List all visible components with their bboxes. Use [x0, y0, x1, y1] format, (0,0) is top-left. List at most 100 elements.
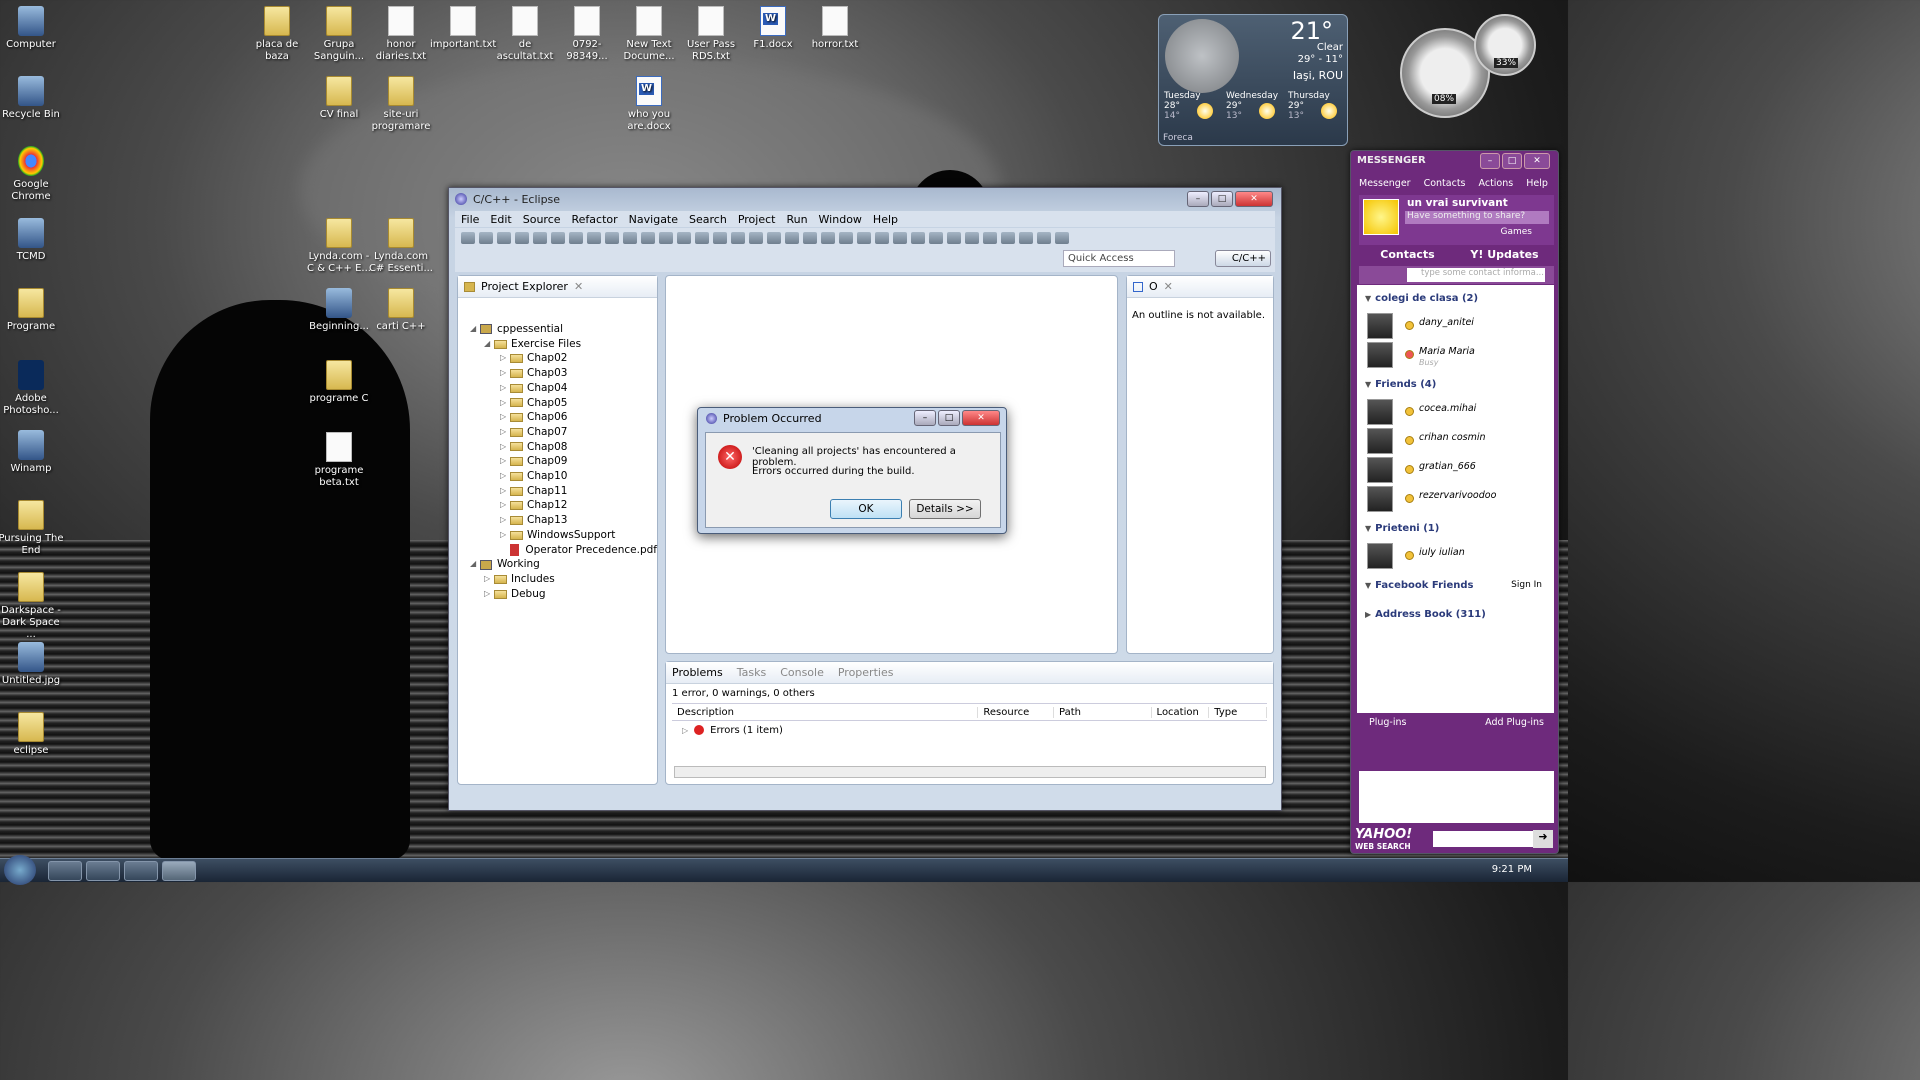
toolbar-button-icon[interactable] [695, 232, 709, 244]
taskbar-messenger-icon[interactable] [86, 861, 120, 881]
menu-help[interactable]: Help [873, 213, 898, 226]
contact-item[interactable]: dany_anitei [1357, 313, 1554, 341]
toolbar-button-icon[interactable] [713, 232, 727, 244]
status-input[interactable]: Have something to share? [1405, 211, 1549, 224]
tree-arrow-icon[interactable]: ▷ [484, 587, 494, 602]
desktop-icon[interactable]: important.txt [430, 6, 496, 51]
tab-tasks[interactable]: Tasks [737, 666, 766, 679]
tree-chapter[interactable]: ▷ Chap05 [464, 396, 657, 411]
toolbar-button-icon[interactable] [893, 232, 907, 244]
toolbar-button-icon[interactable] [623, 232, 637, 244]
taskbar-explorer-icon[interactable] [124, 861, 158, 881]
horizontal-scrollbar[interactable] [674, 766, 1266, 778]
tree-includes[interactable]: ▷ Includes [464, 572, 657, 587]
toolbar-button-icon[interactable] [767, 232, 781, 244]
maximize-button[interactable]: □ [1211, 191, 1233, 207]
tree-arrow-icon[interactable]: ▷ [500, 498, 510, 513]
weather-gadget[interactable]: 21° Clear 29° - 11° Iaşi, ROU Tuesday 28°… [1158, 14, 1348, 146]
tab-contacts[interactable]: Contacts [1359, 245, 1456, 265]
web-search-input[interactable] [1433, 831, 1533, 847]
desktop-icon[interactable]: programe beta.txt [306, 432, 372, 489]
tree-arrow-icon[interactable]: ▷ [500, 440, 510, 455]
eclipse-titlebar[interactable]: C/C++ - Eclipse – □ ✕ [449, 188, 1281, 210]
toolbar-button-icon[interactable] [731, 232, 745, 244]
tab-console[interactable]: Console [780, 666, 824, 679]
tree-chapter[interactable]: ▷ Chap09 [464, 454, 657, 469]
tree-arrow-icon[interactable]: ◢ [470, 557, 480, 572]
desktop-icon[interactable]: site-uri programare [368, 76, 434, 133]
tree-arrow-icon[interactable]: ▷ [500, 410, 510, 425]
toolbar-button-icon[interactable] [803, 232, 817, 244]
desktop-icon[interactable]: who you are.docx [616, 76, 682, 133]
desktop-icon[interactable]: eclipse [0, 712, 64, 757]
toolbar-button-icon[interactable] [605, 232, 619, 244]
contact-item[interactable]: gratian_666 [1357, 457, 1554, 485]
tree-debug[interactable]: ▷ Debug [464, 587, 657, 602]
tree-pdf[interactable]: Operator Precedence.pdf [464, 543, 657, 558]
minimize-button[interactable]: – [1187, 191, 1209, 207]
toolbar-button-icon[interactable] [875, 232, 889, 244]
toolbar-button-icon[interactable] [1019, 232, 1033, 244]
tab-problems[interactable]: Problems [672, 666, 723, 679]
messenger-username[interactable]: un vrai survivant [1407, 197, 1508, 209]
menu-navigate[interactable]: Navigate [629, 213, 678, 226]
games-link[interactable]: Games [1501, 227, 1532, 237]
details-button[interactable]: Details >> [909, 499, 981, 519]
desktop-icon[interactable]: Programe [0, 288, 64, 333]
plugins-link[interactable]: Plug-ins [1369, 717, 1406, 731]
desktop-icon[interactable]: Winamp [0, 430, 64, 475]
tree-chapter[interactable]: ▷ Chap08 [464, 440, 657, 455]
sign-in-link[interactable]: Sign In [1511, 580, 1542, 590]
toolbar-button-icon[interactable] [983, 232, 997, 244]
tree-chapter[interactable]: ▷ Chap06 [464, 410, 657, 425]
contact-item[interactable]: cocea.mihai [1357, 399, 1554, 427]
tree-arrow-icon[interactable]: ▷ [500, 469, 510, 484]
menu-window[interactable]: Window [819, 213, 862, 226]
menu-file[interactable]: File [461, 213, 479, 226]
toolbar-button-icon[interactable] [659, 232, 673, 244]
tree-chapter[interactable]: ▷ Chap03 [464, 366, 657, 381]
collapse-icon[interactable]: ▼ [1365, 380, 1371, 389]
contact-item[interactable]: iuly iulian [1357, 543, 1554, 571]
toolbar-button-icon[interactable] [911, 232, 925, 244]
toolbar-button-icon[interactable] [929, 232, 943, 244]
tree-chapter[interactable]: ▷ Chap07 [464, 425, 657, 440]
toolbar-button-icon[interactable] [641, 232, 655, 244]
column-header-resource[interactable]: Resource [978, 706, 1055, 718]
tree-arrow-icon[interactable]: ▷ [500, 528, 510, 543]
tree-chapter[interactable]: ▷ Chap04 [464, 381, 657, 396]
desktop-icon[interactable]: Untitled.jpg [0, 642, 64, 687]
search-go-icon[interactable]: ➜ [1533, 830, 1553, 848]
perspective-cpp-button[interactable]: C/C++ [1215, 250, 1271, 267]
avatar[interactable] [1363, 199, 1399, 235]
taskbar-eclipse-icon[interactable] [162, 861, 196, 881]
contact-group[interactable]: ▼ colegi de clasa (2) [1365, 293, 1478, 304]
contact-search-input[interactable]: type some contact informa... [1407, 268, 1545, 282]
tree-arrow-icon[interactable]: ▷ [500, 381, 510, 396]
close-tab-icon[interactable]: ✕ [1164, 280, 1173, 293]
toolbar-button-icon[interactable] [965, 232, 979, 244]
tree-project[interactable]: ◢ cppessential [464, 322, 657, 337]
toolbar-button-icon[interactable] [677, 232, 691, 244]
desktop-icon[interactable]: programe C [306, 360, 372, 405]
desktop-icon[interactable]: Pursuing The End [0, 500, 64, 557]
tree-arrow-icon[interactable]: ▷ [500, 351, 510, 366]
close-tab-icon[interactable]: ✕ [574, 280, 583, 293]
quick-access-input[interactable]: Quick Access [1063, 250, 1175, 267]
messenger-menu-messenger[interactable]: Messenger [1359, 178, 1411, 189]
dialog-close-button[interactable]: ✕ [962, 410, 1000, 426]
toolbar-button-icon[interactable] [497, 232, 511, 244]
column-header-description[interactable]: Description [672, 706, 979, 718]
toolbar-button-icon[interactable] [947, 232, 961, 244]
project-explorer-tab[interactable]: Project Explorer ✕ [458, 276, 657, 298]
contact-item[interactable]: rezervarivoodoo [1357, 486, 1554, 514]
menu-source[interactable]: Source [523, 213, 561, 226]
desktop-icon[interactable]: Google Chrome [0, 146, 64, 203]
contact-group[interactable]: ▼ Friends (4) [1365, 379, 1436, 390]
desktop-icon[interactable]: Grupa Sanguin... [306, 6, 372, 63]
taskbar-clock[interactable]: 9:21 PM [1492, 864, 1532, 875]
desktop-icon[interactable]: New Text Docume... [616, 6, 682, 63]
toolbar-button-icon[interactable] [479, 232, 493, 244]
address-book-group[interactable]: ▶ Address Book (311) [1365, 609, 1486, 620]
collapse-icon[interactable]: ▼ [1365, 294, 1371, 303]
